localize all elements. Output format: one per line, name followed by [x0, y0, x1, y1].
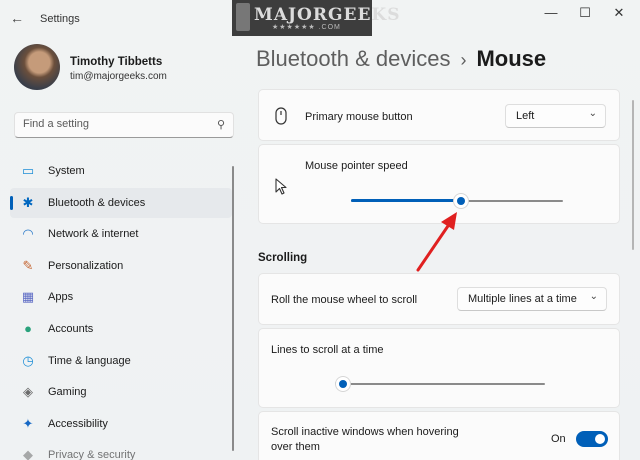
annotation-arrow — [416, 212, 457, 272]
settings-window: ← Settings MAJORGEEKS ★★★★★★ .COM — ☐ ✕ … — [0, 0, 640, 460]
